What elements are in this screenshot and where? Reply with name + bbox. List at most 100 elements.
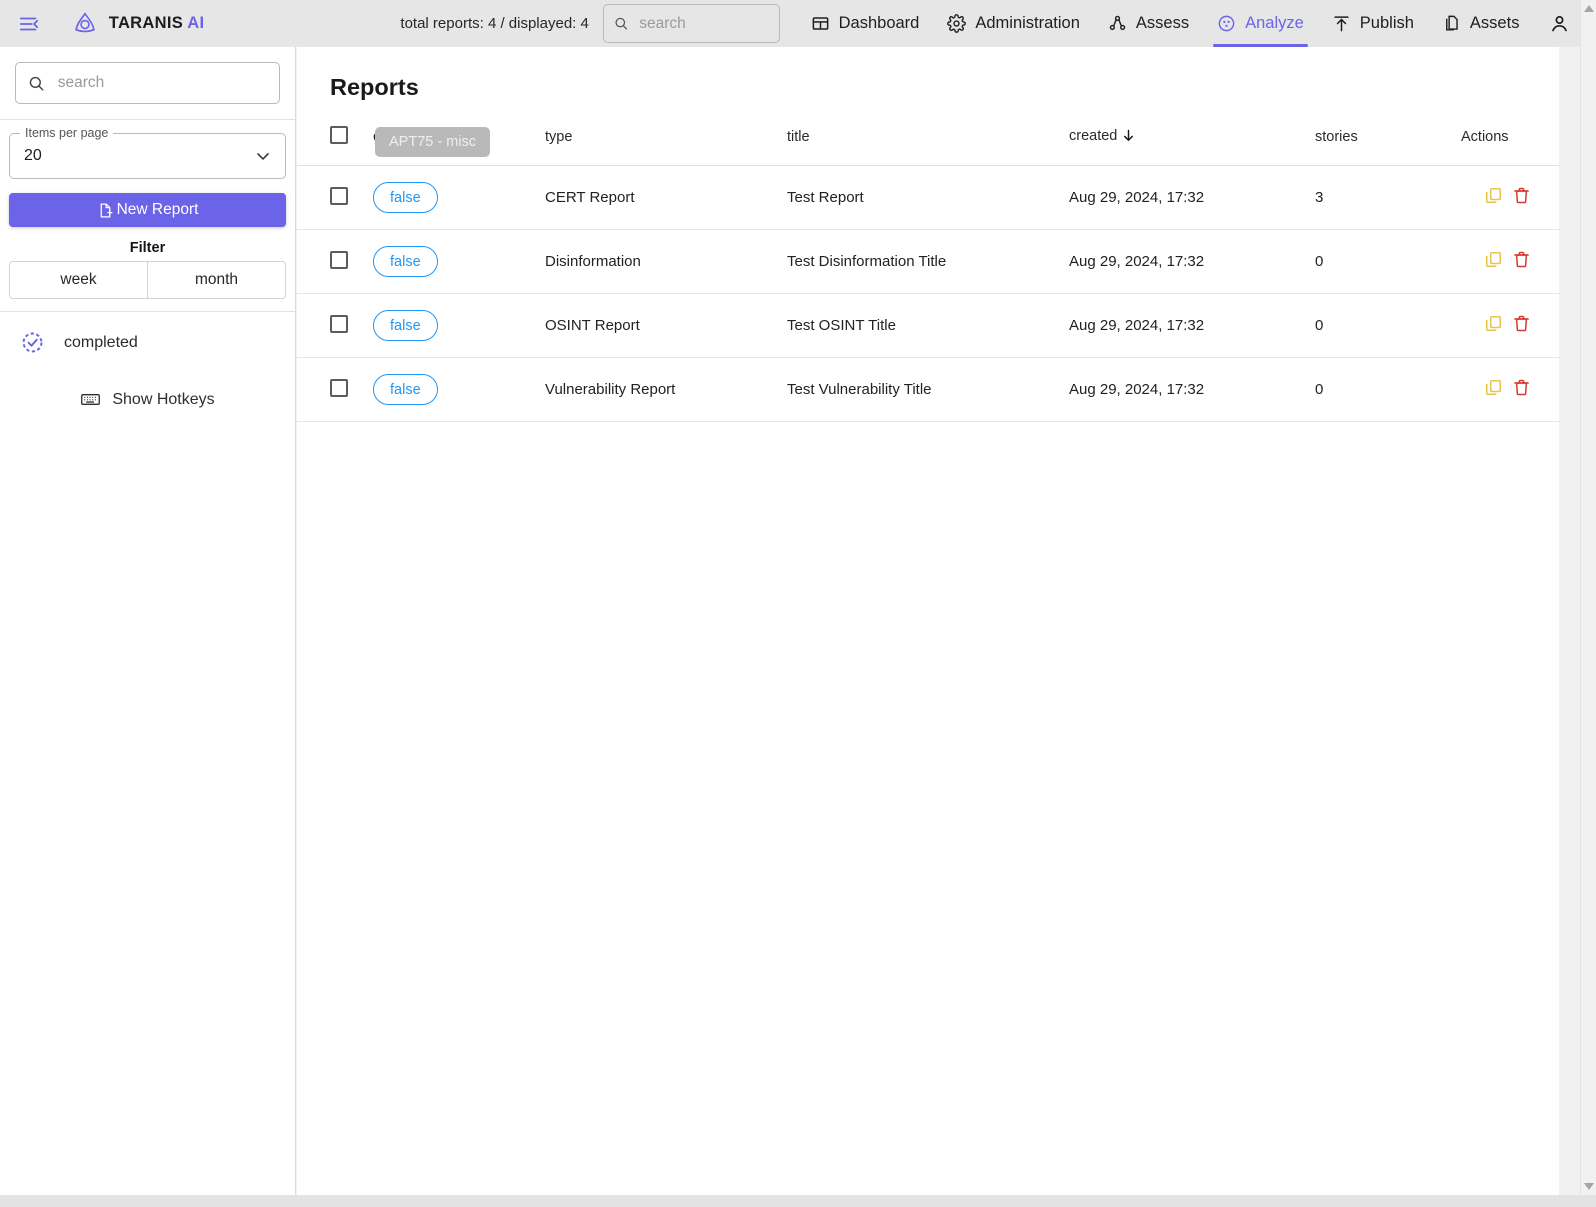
column-header-type[interactable]: type [545, 118, 787, 166]
select-all-checkbox[interactable] [330, 126, 348, 144]
table-row[interactable]: false OSINT Report Test OSINT Title Aug … [297, 293, 1559, 358]
brand-name: TARANIS [108, 14, 184, 32]
delete-icon[interactable] [1512, 186, 1531, 205]
page-scrollbar[interactable] [1580, 0, 1596, 1207]
app-root: TARANIS AI total reports: 4 / displayed:… [0, 0, 1596, 1207]
row-actions-cell [1461, 293, 1559, 358]
row-stories-cell: 0 [1315, 229, 1461, 294]
nav-item-dashboard[interactable]: Dashboard [797, 0, 934, 47]
row-completed-cell: false [373, 357, 545, 422]
clone-icon[interactable] [1484, 250, 1503, 269]
items-per-page-legend: Items per page [20, 126, 114, 140]
table-row[interactable]: false CERT Report Test Report Aug 29, 20… [297, 165, 1559, 230]
delete-icon[interactable] [1512, 250, 1531, 269]
delete-icon[interactable] [1512, 314, 1531, 333]
row-created-cell: Aug 29, 2024, 17:32 [1069, 229, 1315, 294]
row-checkbox[interactable] [330, 378, 348, 397]
reports-table-head: completed type title created stories Act… [297, 118, 1559, 166]
nav-item-assets[interactable]: Assets [1428, 0, 1534, 47]
row-completed-cell: false [373, 293, 545, 358]
row-type-cell: CERT Report [545, 165, 787, 230]
nav-label-assess: Assess [1135, 14, 1190, 32]
row-actions-cell [1461, 229, 1559, 294]
row-title-cell: Test Disinformation Title [787, 229, 1069, 294]
row-type-cell: OSINT Report [545, 293, 787, 358]
completed-status-badge[interactable]: false [373, 374, 438, 405]
filter-section-title: Filter [129, 240, 166, 256]
row-actions-cell [1461, 165, 1559, 230]
scroll-down-arrow-icon[interactable] [1581, 1178, 1596, 1195]
row-created-cell: Aug 29, 2024, 17:32 [1069, 357, 1315, 422]
table-header-row: completed type title created stories Act… [297, 118, 1559, 166]
completed-status-badge[interactable]: false [373, 182, 438, 213]
upload-arrow-icon [1332, 14, 1351, 33]
nodes-icon [1108, 14, 1127, 33]
nav-label-assets: Assets [1469, 14, 1520, 32]
nav-label-publish: Publish [1359, 14, 1414, 32]
nav-item-analyze[interactable]: Analyze [1203, 0, 1318, 47]
sidebar-item-completed[interactable]: completed [9, 312, 286, 355]
sidebar-body: Items per page 20 New Report Filter week… [0, 120, 295, 410]
row-title-cell: Test Report [787, 165, 1069, 230]
main-nav: Dashboard Administration Assess Analyze … [797, 0, 1534, 47]
row-title-cell: Test Vulnerability Title [787, 357, 1069, 422]
show-hotkeys-button[interactable]: Show Hotkeys [9, 389, 286, 410]
reports-table-body: false CERT Report Test Report Aug 29, 20… [297, 165, 1559, 422]
new-report-button[interactable]: New Report [9, 193, 286, 227]
filter-toggle-group: week month [9, 261, 286, 299]
column-header-completed[interactable]: completed [373, 118, 545, 166]
completed-status-badge[interactable]: false [373, 310, 438, 341]
show-hotkeys-label: Show Hotkeys [112, 390, 215, 408]
row-select-cell [297, 165, 373, 230]
nav-item-assess[interactable]: Assess [1094, 0, 1203, 47]
row-select-cell [297, 229, 373, 294]
column-select-all [297, 118, 373, 166]
row-stories-cell: 3 [1315, 165, 1461, 230]
row-checkbox[interactable] [330, 314, 348, 333]
main-content: Reports APT75 - misc completed type titl… [297, 47, 1559, 1195]
clone-icon[interactable] [1484, 314, 1503, 333]
items-per-page-select[interactable]: Items per page 20 [9, 126, 286, 179]
row-stories-cell: 0 [1315, 293, 1461, 358]
filter-week-button[interactable]: week [10, 262, 147, 298]
row-checkbox[interactable] [330, 186, 348, 205]
brand-title: TARANIS AI [109, 14, 205, 33]
row-created-cell: Aug 29, 2024, 17:32 [1069, 165, 1315, 230]
sidebar: Items per page 20 New Report [0, 47, 296, 1207]
nav-item-publish[interactable]: Publish [1318, 0, 1428, 47]
sidebar-search-section [0, 47, 295, 120]
new-report-label: New Report [116, 201, 199, 218]
search-input[interactable] [637, 13, 769, 34]
global-search[interactable] [602, 4, 780, 43]
filter-month-button[interactable]: month [147, 262, 285, 298]
row-stories-cell: 0 [1315, 357, 1461, 422]
nav-item-administration[interactable]: Administration [933, 0, 1094, 47]
reports-table: completed type title created stories Act… [297, 118, 1559, 422]
clone-icon[interactable] [1484, 186, 1503, 205]
row-checkbox[interactable] [330, 250, 348, 269]
completed-status-badge[interactable]: false [373, 246, 438, 277]
column-header-actions: Actions [1461, 118, 1559, 166]
scroll-up-arrow-icon[interactable] [1581, 0, 1596, 17]
column-header-created[interactable]: created [1069, 118, 1315, 166]
row-created-cell: Aug 29, 2024, 17:32 [1069, 293, 1315, 358]
delete-icon[interactable] [1512, 378, 1531, 397]
sort-descending-icon [1121, 128, 1136, 147]
sidebar-search-input[interactable] [55, 73, 267, 93]
hamburger-collapse-icon[interactable] [16, 10, 42, 38]
sidebar-search[interactable] [15, 62, 280, 104]
sidebar-completed-label: completed [64, 333, 138, 351]
keyboard-icon [80, 389, 101, 410]
account-menu-button[interactable] [1539, 0, 1580, 47]
brand-logo[interactable]: TARANIS AI [70, 9, 205, 39]
search-icon [29, 76, 44, 91]
table-row[interactable]: false Vulnerability Report Test Vulnerab… [297, 357, 1559, 422]
clone-icon[interactable] [1484, 378, 1503, 397]
column-header-title[interactable]: title [787, 118, 1069, 166]
table-row[interactable]: false Disinformation Test Disinformation… [297, 229, 1559, 294]
taranis-triquetra-icon [75, 11, 95, 32]
row-select-cell [297, 293, 373, 358]
bottom-scrollbar-strip[interactable] [0, 1195, 1596, 1207]
column-header-stories[interactable]: stories [1315, 118, 1461, 166]
dashboard-grid-icon [811, 14, 830, 33]
